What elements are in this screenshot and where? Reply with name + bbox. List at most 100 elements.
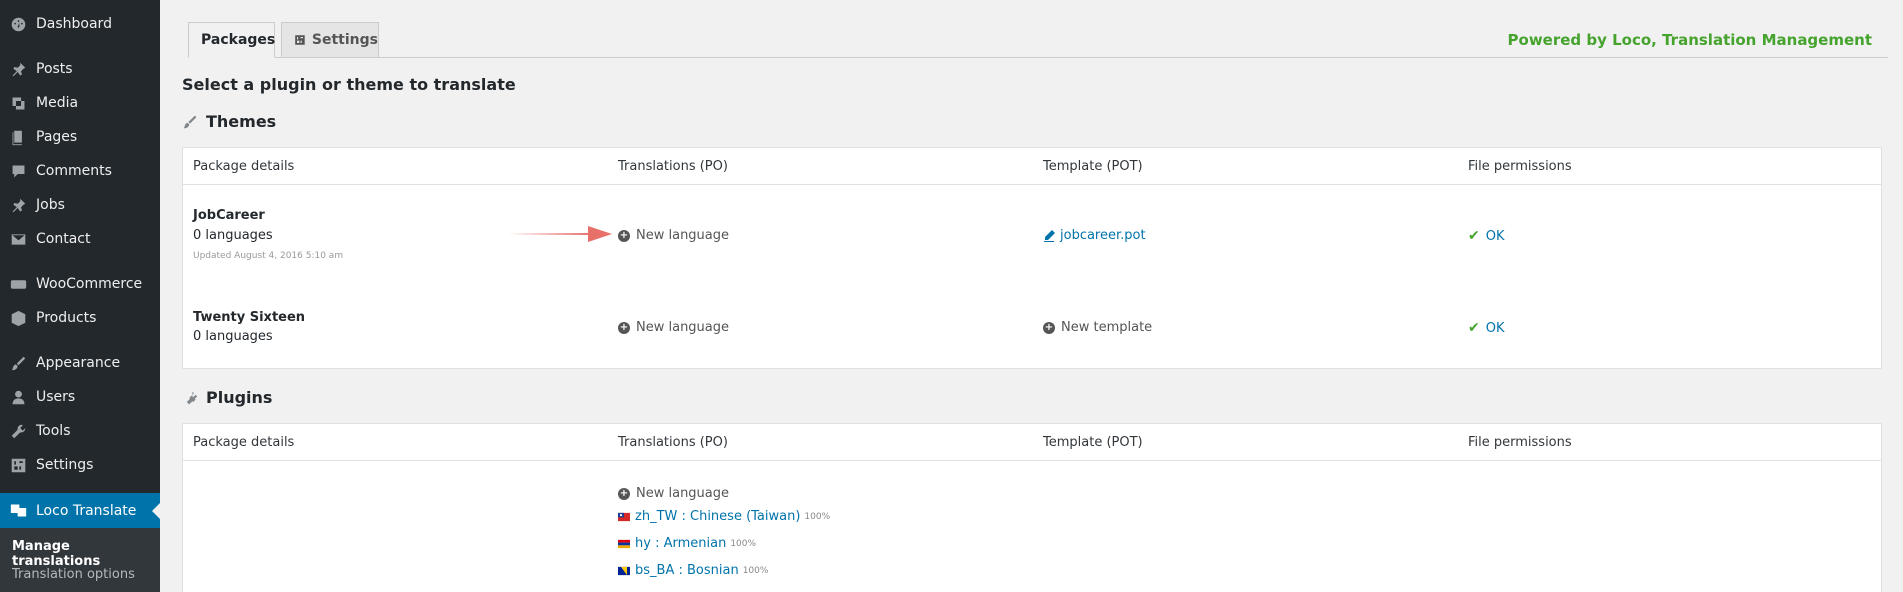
brush-icon [183,115,197,128]
menu-tools[interactable]: Tools [0,414,160,448]
menu-label: Posts [36,61,73,77]
menu-label: Contact [36,231,91,247]
new-template-link[interactable]: + New template [1043,320,1152,335]
permissions-label: OK [1485,228,1505,244]
menu-label: Tools [36,423,71,439]
check-icon: ✔ [1468,320,1480,336]
menu-label: Loco Translate [36,502,137,519]
plus-circle-icon: + [618,487,630,500]
action-label: New language [636,228,730,243]
menu-label: Appearance [36,355,121,371]
admin-sidebar: Dashboard Posts Media Pages Comments Job… [0,0,160,592]
red-arrow-annotation [508,226,612,242]
media-icon [8,93,28,113]
menu-woocommerce[interactable]: WooCommerce [0,267,160,301]
submenu-manage-translations[interactable]: Manage translations [12,539,160,569]
pages-icon [8,127,28,147]
col-template: Template (POT) [1043,435,1143,450]
menu-users[interactable]: Users [0,380,160,414]
col-translations: Translations (PO) [618,159,728,174]
plug-icon [186,391,198,404]
col-package-details: Package details [193,435,295,450]
new-language-link[interactable]: + New language [618,486,729,501]
section-label: Themes [206,112,277,131]
pencil-icon [1044,229,1055,242]
menu-comments[interactable]: Comments [0,154,160,188]
plugins-heading: Plugins [182,388,272,407]
col-translations: Translations (PO) [618,435,728,450]
menu-label: Settings [36,457,94,473]
check-icon: ✔ [1468,228,1480,244]
tabs-divider [188,57,1888,58]
tab-packages[interactable]: Packages [188,22,275,58]
menu-settings[interactable]: Settings [0,448,160,482]
menu-label: Products [36,310,97,326]
menu-label: Jobs [36,197,65,213]
powered-by-link[interactable]: Powered by Loco, Translation Management [1508,31,1872,49]
armenia-flag-icon [618,539,630,548]
envelope-icon [8,229,28,249]
plus-circle-icon: + [618,229,630,242]
wrench-icon [8,421,28,441]
user-icon [8,387,28,407]
menu-products[interactable]: Products [0,301,160,335]
package-languages: 0 languages [193,228,273,243]
box-icon [8,308,28,328]
locale-link[interactable]: zh_TW : Chinese (Taiwan) 100% [618,509,830,524]
menu-label: WooCommerce [36,276,143,292]
settings-icon [295,35,305,45]
active-indicator [152,502,160,519]
themes-heading: Themes [182,112,276,131]
col-template: Template (POT) [1043,159,1143,174]
section-label: Plugins [206,388,273,407]
permissions-label: OK [1485,320,1505,336]
menu-label: Dashboard [36,16,112,32]
tab-label: Settings [311,32,378,48]
package-languages: 0 languages [193,329,273,344]
locale-link[interactable]: hy : Armenian 100% [618,536,756,551]
pushpin-icon [8,59,28,79]
permissions-ok-link[interactable]: ✔ OK [1468,228,1505,244]
action-label: New language [636,320,730,335]
translate-icon [8,501,28,521]
menu-media[interactable]: Media [0,86,160,120]
col-file-permissions: File permissions [1468,435,1572,450]
new-language-link[interactable]: + New language [618,320,729,335]
locale-progress: 100% [730,538,757,549]
menu-pages[interactable]: Pages [0,120,160,154]
tab-label: Packages [201,32,276,48]
package-name[interactable]: JobCareer [193,208,265,223]
menu-dashboard[interactable]: Dashboard [0,7,160,41]
action-label: New language [636,486,730,501]
menu-loco-translate[interactable]: Loco Translate [0,493,160,528]
new-language-link[interactable]: + New language [618,228,729,243]
dashboard-icon [8,14,28,34]
menu-label: Pages [36,129,78,145]
menu-posts[interactable]: Posts [0,52,160,86]
tab-settings[interactable]: Settings [281,22,379,58]
menu-appearance[interactable]: Appearance [0,346,160,380]
settings-icon [8,455,28,475]
submenu-translation-options[interactable]: Translation options [12,567,135,582]
plus-circle-icon: + [618,321,630,334]
menu-label: Users [36,389,76,405]
permissions-ok-link[interactable]: ✔ OK [1468,320,1505,336]
locale-label: hy : Armenian [635,536,727,551]
locale-progress: 100% [804,511,831,522]
page-title: Select a plugin or theme to translate [182,75,516,94]
bosnia-flag-icon [618,566,630,575]
plugins-table: Package details Translations (PO) Templa… [182,423,1882,592]
comment-icon [8,161,28,181]
template-link[interactable]: jobcareer.pot [1043,228,1146,243]
table-header: Package details Translations (PO) Templa… [183,424,1881,461]
col-file-permissions: File permissions [1468,159,1572,174]
menu-label: Media [36,95,79,111]
woocommerce-icon [8,274,28,294]
menu-contact[interactable]: Contact [0,222,160,256]
package-name[interactable]: Twenty Sixteen [193,310,305,325]
loco-submenu: Manage translations Translation options [0,528,160,592]
locale-label: zh_TW : Chinese (Taiwan) [635,509,801,524]
menu-jobs[interactable]: Jobs [0,188,160,222]
themes-table: Package details Translations (PO) Templa… [182,147,1882,369]
locale-link[interactable]: bs_BA : Bosnian 100% [618,563,768,578]
